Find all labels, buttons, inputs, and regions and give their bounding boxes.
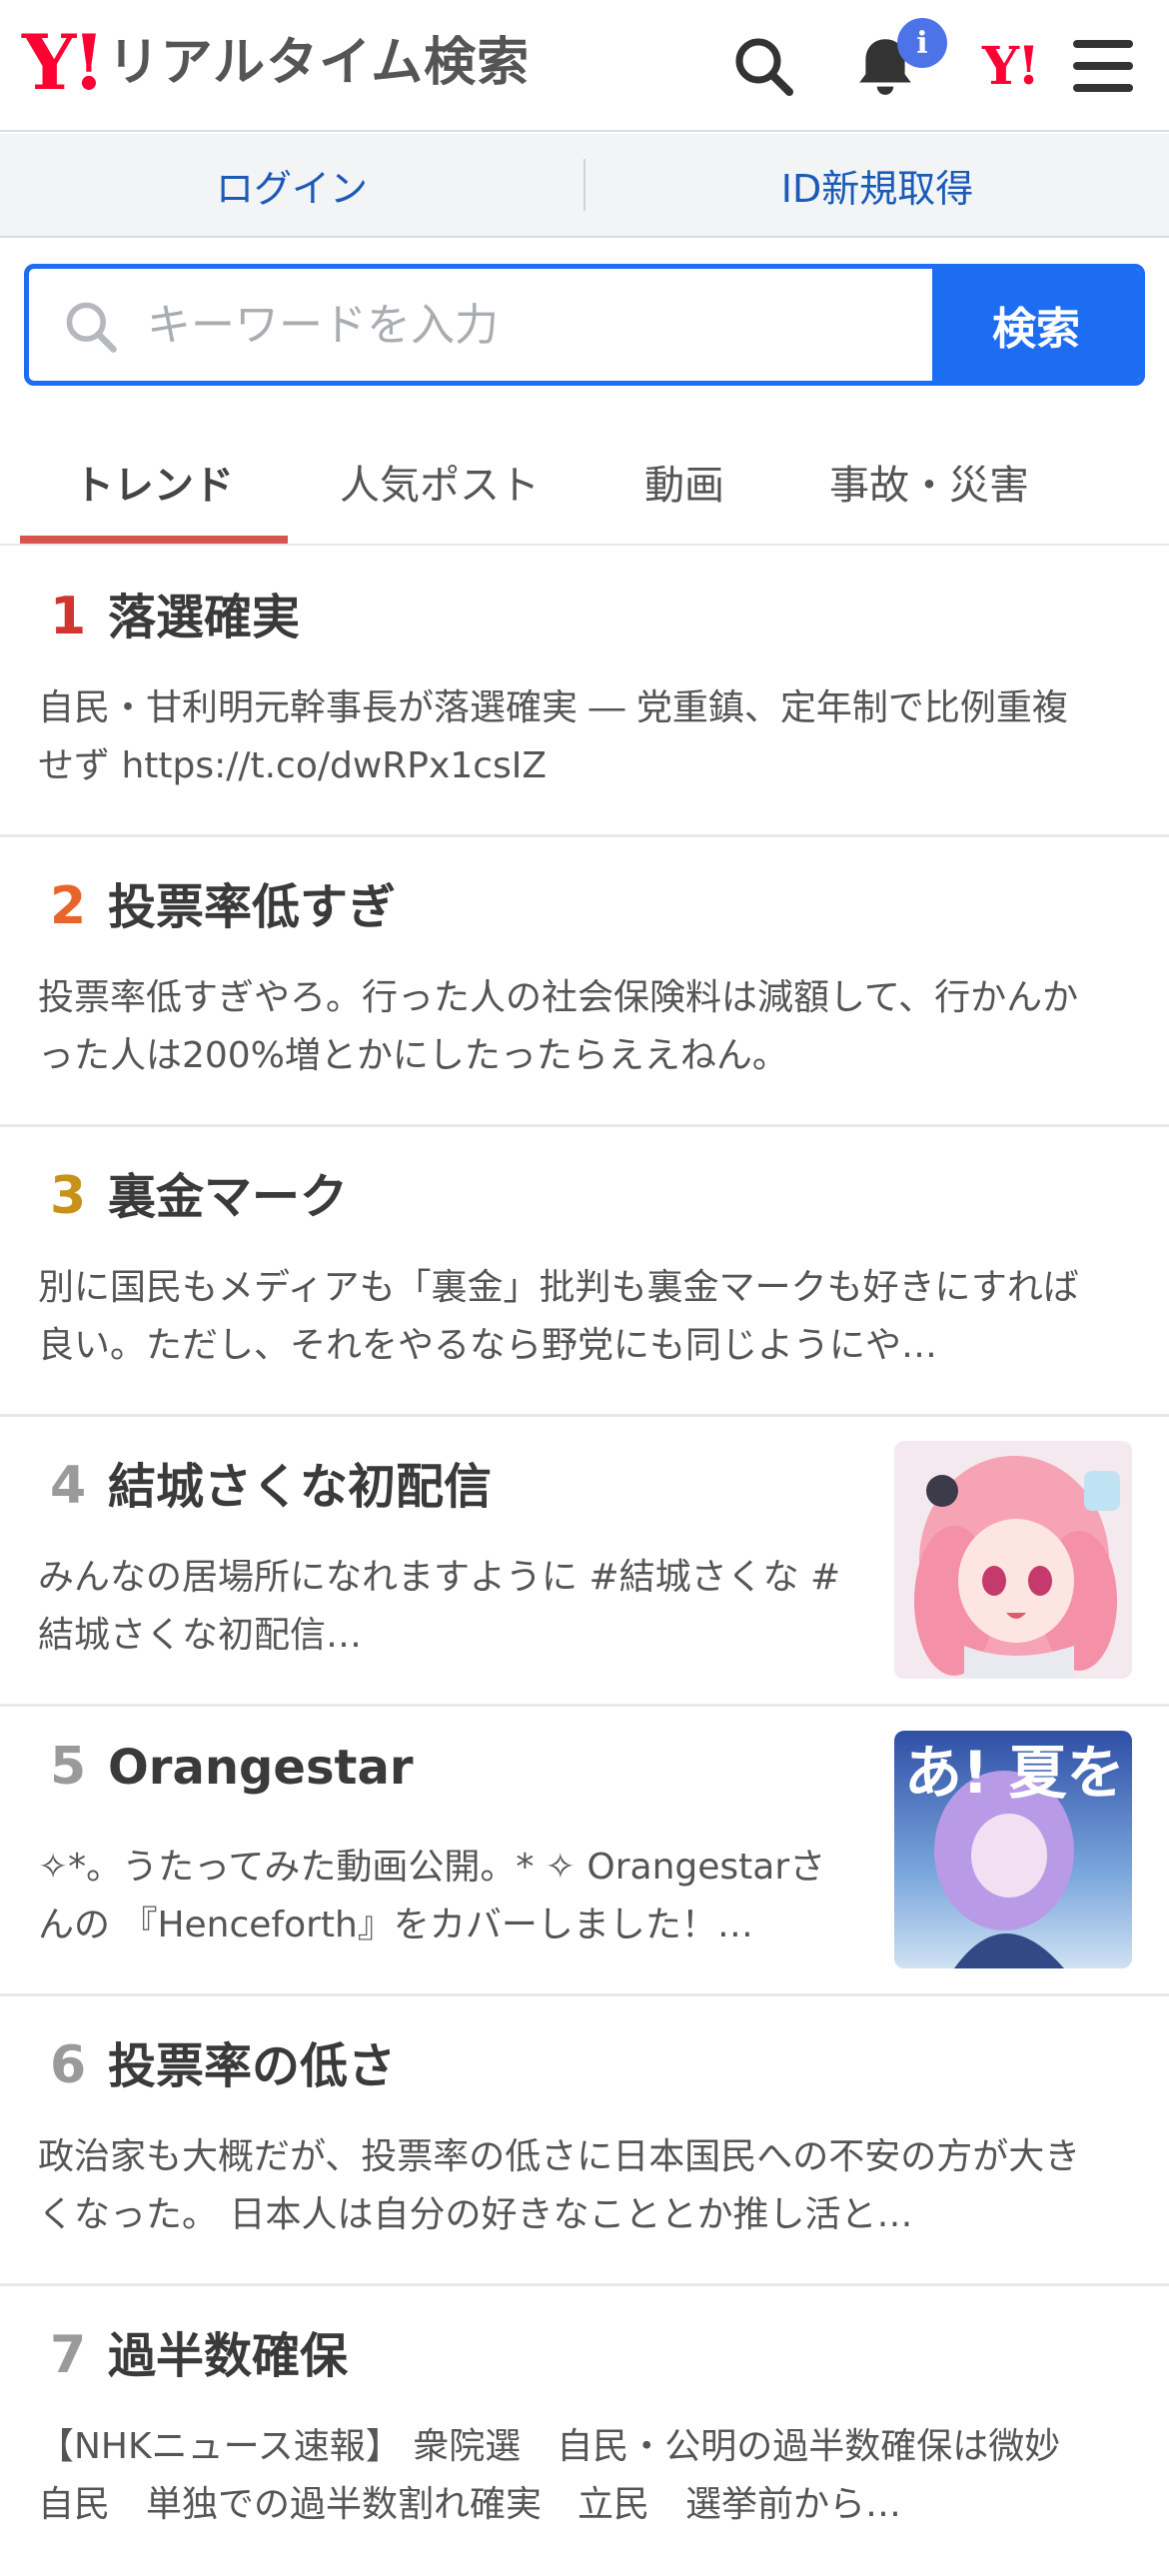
yahoo-logo-mark: Y!	[22, 18, 106, 107]
list-item[interactable]: 5 Orangestar ✧*。うたってみた動画公開。* ✧ Orangesta…	[0, 1707, 1169, 1996]
trend-term[interactable]: 投票率の低さ	[108, 2026, 396, 2096]
tab-popular-posts[interactable]: 人気ポスト	[300, 418, 580, 546]
trend-thumbnail-image[interactable]	[894, 1441, 1132, 1679]
list-item-header: 7 過半数確保	[50, 2316, 348, 2386]
list-item-header: 6 投票率の低さ	[50, 2026, 396, 2096]
list-item-header: 4 結城さくな初配信	[50, 1447, 492, 1517]
rank-number: 6	[50, 2035, 87, 2095]
thumbnail-caption: あ! 夏をこうも	[904, 1739, 1132, 1807]
register-link[interactable]: ID新規取得	[585, 158, 1169, 213]
list-item-header: 3 裏金マーク	[50, 1157, 348, 1227]
yahoo-realtime-logo[interactable]: Y! リアルタイム検索	[22, 18, 531, 107]
tab-accidents-disasters[interactable]: 事故・災害	[789, 418, 1069, 546]
list-item[interactable]: 1 落選確実 自民・甘利明元幹事長が落選確実 ― 党重鎮、定年制で比例重複せず …	[0, 548, 1169, 837]
tab-trend[interactable]: トレンド	[20, 418, 288, 546]
yahoo-japan-mark: Y!	[982, 35, 1040, 97]
list-item-header: 5 Orangestar	[50, 1737, 414, 1797]
list-item[interactable]: 4 結城さくな初配信 みんなの居場所になれますように #結城さくな #結城さくな…	[0, 1417, 1169, 1707]
notification-badge: i	[897, 18, 947, 68]
search-button[interactable]: 検索	[932, 269, 1140, 381]
yahoo-japan-link[interactable]: Y!	[965, 30, 1055, 102]
notification-button[interactable]: i	[849, 18, 947, 102]
list-item-header: 1 落選確実	[50, 578, 300, 647]
search-field	[29, 269, 932, 381]
trend-snippet: 投票率低すぎやろ。行った人の社会保険料は減額して、行かんかった人は200%増とか…	[38, 977, 1079, 1076]
auth-bar: ログイン ID新規取得	[0, 134, 1169, 238]
trend-snippet: みんなの居場所になれますように #結城さくな #結城さくな初配信…	[38, 1557, 841, 1656]
trend-snippet: 【NHKニュース速報】 衆院選 自民・公明の過半数確保は微妙 自民 単独での過半…	[38, 2426, 1097, 2525]
trend-term[interactable]: Orangestar	[108, 1740, 414, 1796]
tab-videos[interactable]: 動画	[589, 418, 779, 546]
rank-number: 3	[50, 1166, 87, 1226]
trend-snippet: 別に国民もメディアも「裏金」批判も裏金マークも好きにすれば良い。ただし、それをや…	[38, 1267, 1079, 1366]
trend-term[interactable]: 投票率低すぎ	[108, 867, 396, 937]
trend-snippet: 政治家も大概だが、投票率の低さに日本国民への不安の方が大きくなった。 日本人は自…	[38, 2136, 1081, 2235]
search-input-icon	[66, 302, 117, 353]
search-input[interactable]	[29, 269, 932, 381]
trend-term[interactable]: 過半数確保	[108, 2316, 348, 2386]
trend-snippet: 自民・甘利明元幹事長が落選確実 ― 党重鎮、定年制で比例重複せず https:/…	[38, 687, 1068, 786]
search-icon[interactable]	[727, 30, 799, 102]
trend-term[interactable]: 裏金マーク	[108, 1157, 348, 1227]
category-tabs: トレンド 人気ポスト 動画 事故・災害	[0, 418, 1169, 546]
search-form: 検索	[24, 264, 1145, 386]
list-item-header: 2 投票率低すぎ	[50, 867, 396, 937]
rank-number: 7	[50, 2325, 87, 2385]
trend-term[interactable]: 結城さくな初配信	[108, 1447, 492, 1517]
active-tab-indicator	[20, 536, 288, 544]
logo-title: リアルタイム検索	[107, 33, 531, 93]
list-item[interactable]: 7 過半数確保 【NHKニュース速報】 衆院選 自民・公明の過半数確保は微妙 自…	[0, 2286, 1169, 2576]
list-item[interactable]: 6 投票率の低さ 政治家も大概だが、投票率の低さに日本国民への不安の方が大きくな…	[0, 1996, 1169, 2286]
trend-thumbnail-image[interactable]: あ! 夏をこうも	[894, 1731, 1132, 1968]
menu-icon[interactable]	[1067, 30, 1139, 102]
list-item[interactable]: 3 裏金マーク 別に国民もメディアも「裏金」批判も裏金マークも好きにすれば良い。…	[0, 1127, 1169, 1417]
rank-number: 4	[50, 1456, 87, 1516]
trend-term[interactable]: 落選確実	[108, 578, 300, 647]
trend-list: 1 落選確実 自民・甘利明元幹事長が落選確実 ― 党重鎮、定年制で比例重複せず …	[0, 548, 1169, 2576]
rank-number: 5	[50, 1737, 87, 1797]
rank-number: 1	[50, 587, 87, 646]
trend-snippet: ✧*。うたってみた動画公開。* ✧ Orangestarさんの 『Hencefo…	[38, 1847, 826, 1945]
login-link[interactable]: ログイン	[0, 158, 584, 213]
list-item[interactable]: 2 投票率低すぎ 投票率低すぎやろ。行った人の社会保険料は減額して、行かんかった…	[0, 837, 1169, 1127]
rank-number: 2	[50, 876, 87, 936]
app-header: Y! リアルタイム検索 i Y!	[0, 0, 1169, 132]
